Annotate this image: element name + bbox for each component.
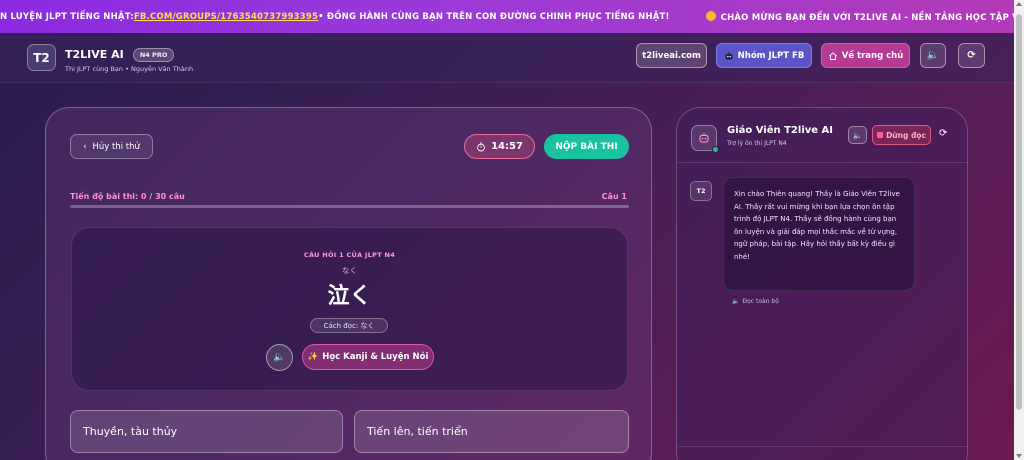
read-all-button[interactable]: 🔈 Đọc toàn bộ <box>732 298 779 305</box>
question-furigana: なく <box>342 266 357 275</box>
read-all-label: Đọc toàn bộ <box>742 298 779 305</box>
question-panel: CÂU HỎI 1 CỦA JLPT N4 なく 泣く Cách đọc: なく… <box>71 227 628 391</box>
pronounce-button[interactable]: 🔈 <box>266 344 293 371</box>
speaker-icon: 🔈 <box>732 298 740 305</box>
cancel-test-label: Hủy thi thử <box>92 141 140 152</box>
star-icon <box>705 10 716 21</box>
scroll-up-arrow-icon[interactable] <box>1016 2 1022 6</box>
quiz-card: ‹ Hủy thi thử 14:57 NỘP BÀI THI Tiến độ … <box>45 107 652 460</box>
page-scrollbar[interactable] <box>1014 0 1024 460</box>
site-link-button[interactable]: t2liveai.com <box>636 43 707 68</box>
level-badge: N4 PRO <box>132 48 175 62</box>
home-button-label: Về trang chủ <box>841 50 904 61</box>
ticker-link[interactable]: FB.COM/GROUPS/1763540737993395 <box>134 12 318 22</box>
chat-header: Giáo Viên T2live AI Trợ lý ôn thi JLPT N… <box>677 108 967 163</box>
cancel-test-button[interactable]: ‹ Hủy thi thử <box>70 134 153 159</box>
progress-bar <box>70 205 629 208</box>
learn-kanji-button[interactable]: ✨ Học Kanji & Luyện Nói <box>302 344 434 370</box>
answer-option-1[interactable]: Thuyền, tàu thủy <box>70 410 343 453</box>
chat-subtitle: Trợ lý ôn thi JLPT N4 <box>727 140 787 147</box>
robot-icon <box>725 51 733 59</box>
facebook-group-button[interactable]: Nhóm JLPT FB <box>716 43 812 68</box>
stopwatch-icon <box>477 142 485 151</box>
speaker-icon: 🔈 <box>926 49 940 61</box>
ticker-text-1: N LUYỆN JLPT TIẾNG NHẬT: <box>0 11 134 22</box>
question-number: CÂU HỎI 1 CỦA JLPT N4 <box>303 251 396 259</box>
scroll-thumb[interactable] <box>1016 14 1022 410</box>
timer-value: 14:57 <box>491 141 523 152</box>
message-avatar: T2 <box>690 181 712 201</box>
refresh-icon: ⟳ <box>967 49 976 61</box>
answer-option-2[interactable]: Tiến lên, tiến triển <box>354 410 629 453</box>
header-refresh-button[interactable]: ⟳ <box>958 43 985 68</box>
ai-teacher-chat: Giáo Viên T2live AI Trợ lý ôn thi JLPT N… <box>676 107 968 460</box>
site-link-label: t2liveai.com <box>642 50 701 61</box>
chat-sound-button[interactable]: 🔈 <box>848 126 867 144</box>
submit-test-button[interactable]: NỘP BÀI THI <box>544 134 629 159</box>
group-button-label: Nhóm JLPT FB <box>737 50 805 61</box>
brand-name: T2LIVE AI <box>65 48 124 61</box>
stop-reading-label: Dừng đọc <box>886 130 926 140</box>
question-kanji: 泣く <box>327 284 372 309</box>
learn-kanji-label: Học Kanji & Luyện Nói <box>322 352 429 362</box>
countdown-timer: 14:57 <box>464 134 535 159</box>
chevron-left-icon: ‹ <box>83 141 87 152</box>
chat-input-area <box>677 446 967 460</box>
speaker-icon: 🔈 <box>852 130 863 140</box>
stop-icon <box>877 132 884 138</box>
brand-block: T2LIVE AI N4 PRO Thi JLPT cùng Bạn • Ngu… <box>65 43 193 73</box>
ticker-text-3: CHÀO MỪNG BẠN ĐẾN VỚI T2LIVE AI - NỀN TẢ… <box>720 12 1014 23</box>
chat-message: Xin chào Thiên quang! Thầy là Giáo Viên … <box>723 177 915 291</box>
chat-title: Giáo Viên T2live AI <box>727 125 833 136</box>
reading-hint: Cách đọc: なく <box>310 318 388 333</box>
ticker-segment-3: CHÀO MỪNG BẠN ĐẾN VỚI T2LIVE AI - NỀN TẢ… <box>705 10 1014 23</box>
app-logo[interactable]: T2 <box>27 44 56 71</box>
stop-reading-button[interactable]: Dừng đọc <box>872 125 931 145</box>
home-button[interactable]: Về trang chủ <box>821 43 910 68</box>
top-header: T2 T2LIVE AI N4 PRO Thi JLPT cùng Bạn • … <box>0 33 1014 83</box>
announcement-ticker: N LUYỆN JLPT TIẾNG NHẬT: FB.COM/GROUPS/1… <box>0 0 1014 33</box>
robot-icon <box>699 133 709 143</box>
online-status-dot <box>712 146 719 153</box>
ticker-text-2: • ĐỒNG HÀNH CÙNG BẠN TRÊN CON ĐƯỜNG CHIN… <box>318 11 670 22</box>
sparkle-icon: ✨ <box>307 352 319 362</box>
scroll-down-arrow-icon[interactable] <box>1016 454 1022 458</box>
brand-subtitle: Thi JLPT cùng Bạn • Nguyễn Văn Thành <box>65 65 194 73</box>
header-sound-button[interactable]: 🔈 <box>920 43 946 68</box>
refresh-icon[interactable]: ⟳ <box>939 128 947 139</box>
progress-label: Tiến độ bài thi: 0 / 30 câu <box>70 192 185 201</box>
home-icon <box>828 51 837 60</box>
speaker-icon: 🔈 <box>273 352 286 363</box>
question-counter: Câu 1 <box>601 192 627 201</box>
